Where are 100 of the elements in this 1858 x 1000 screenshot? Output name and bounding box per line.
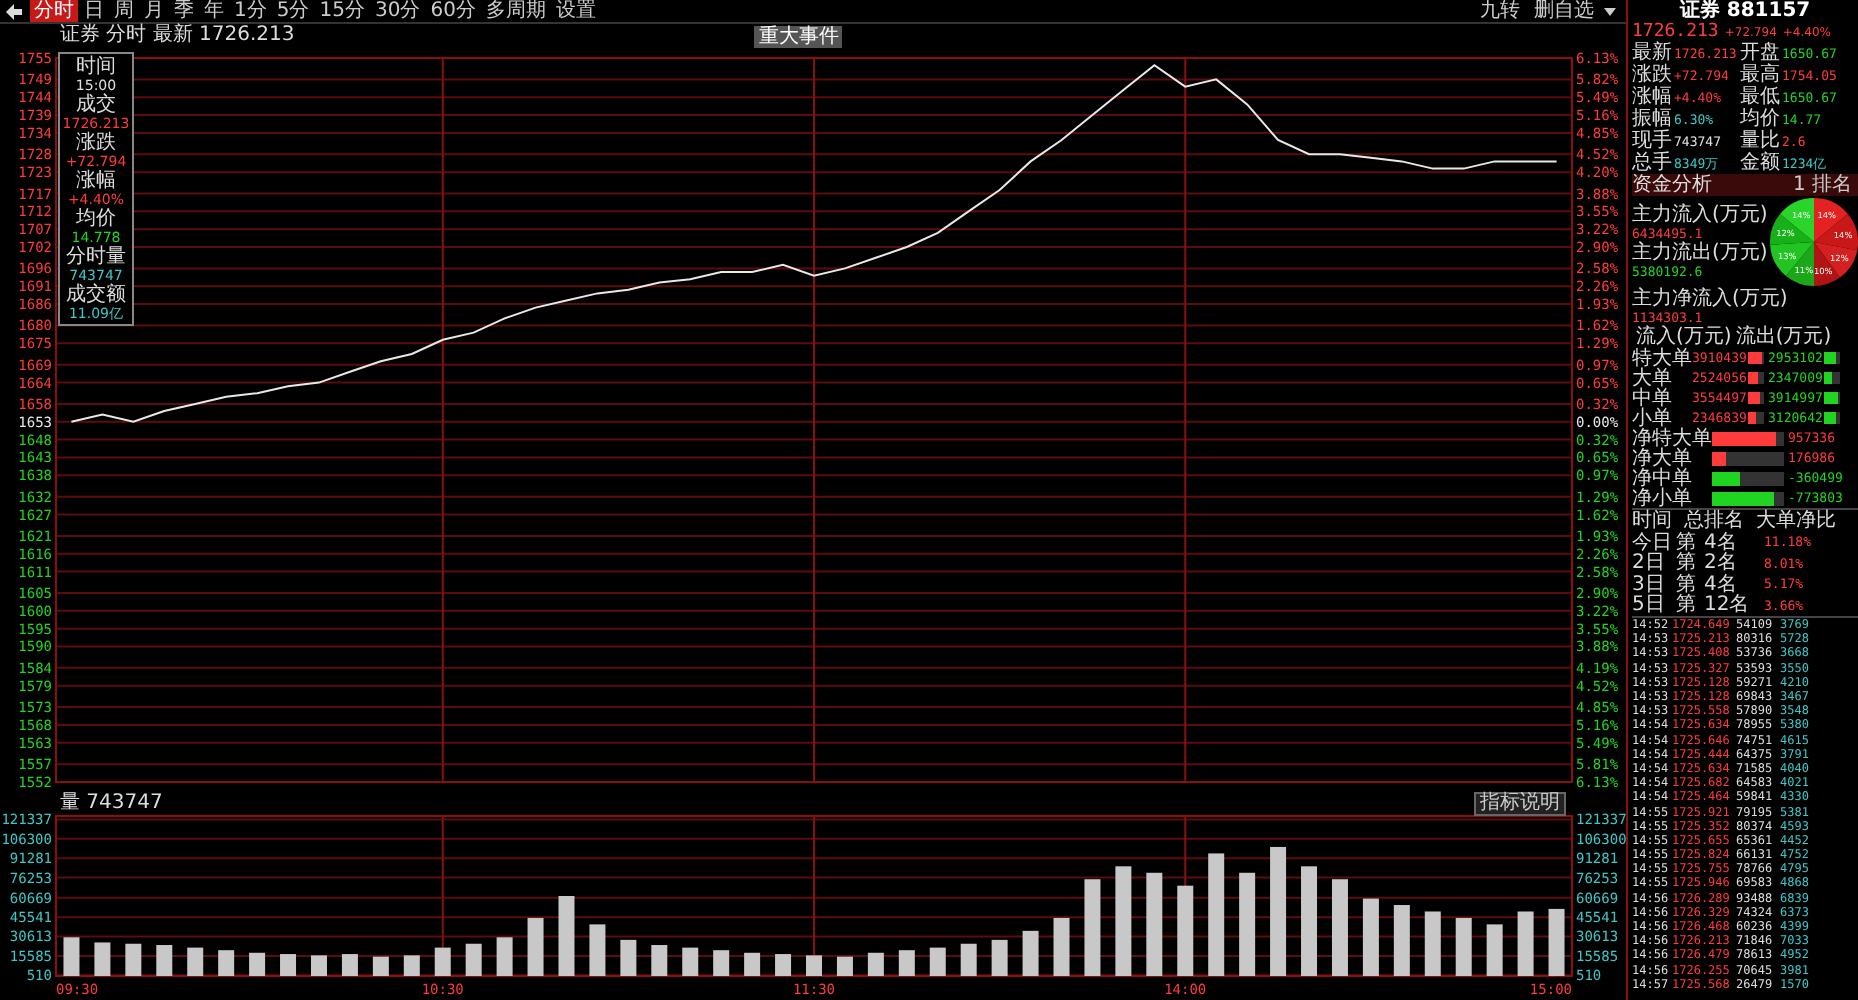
volume-bar bbox=[960, 943, 977, 976]
period-tab[interactable]: 日 bbox=[80, 0, 108, 22]
flow-label: 特大单 bbox=[1632, 347, 1692, 369]
period-tab[interactable]: 月 bbox=[140, 0, 168, 22]
volume-bar bbox=[1022, 930, 1039, 976]
volume-bar bbox=[682, 947, 699, 976]
column-header: 流出(万元) bbox=[1735, 326, 1832, 348]
volume-bar bbox=[867, 952, 884, 976]
flow-label: 小单 bbox=[1632, 407, 1672, 429]
period-tab[interactable]: 季 bbox=[170, 0, 198, 22]
volume-bar bbox=[403, 955, 420, 976]
volume-bar bbox=[1548, 908, 1565, 976]
event-tag[interactable]: 重大事件 bbox=[754, 25, 843, 47]
volume-bar bbox=[94, 942, 111, 976]
volume-bar bbox=[1084, 879, 1101, 976]
tooltip-label: 时间 bbox=[76, 56, 116, 78]
flow-label: 主力流入(万元) bbox=[1632, 204, 1768, 226]
volume-bar bbox=[620, 939, 637, 976]
period-tab[interactable]: 1分 bbox=[230, 0, 271, 22]
volume-bar bbox=[1115, 866, 1132, 976]
tooltip-label: 涨跌 bbox=[76, 132, 116, 154]
volume-bar bbox=[1393, 905, 1410, 976]
toolbar-button[interactable]: 删自选 bbox=[1528, 0, 1600, 22]
volume-bar bbox=[527, 917, 544, 976]
rank-prefix: 第 bbox=[1676, 552, 1698, 575]
quote-label: 最低 bbox=[1740, 86, 1782, 108]
column-header: 流入(万元) bbox=[1636, 326, 1732, 348]
volume-bar bbox=[1517, 911, 1534, 976]
rank-link[interactable]: 1 排名 bbox=[1792, 174, 1858, 196]
volume-bar bbox=[187, 947, 204, 976]
stock-price: 1726.213 bbox=[1632, 22, 1719, 42]
volume-bar bbox=[125, 943, 142, 976]
period-tab[interactable]: 设置 bbox=[551, 0, 600, 22]
column-header: 大单净比 bbox=[1756, 510, 1836, 532]
volume-bar bbox=[1331, 879, 1348, 976]
flow-label: 净特大单 bbox=[1632, 427, 1712, 449]
rank-value: 4名 bbox=[1704, 573, 1737, 596]
volume-bar bbox=[465, 943, 482, 976]
volume-bar bbox=[218, 950, 235, 976]
indicator-button[interactable]: 指标说明 bbox=[1474, 792, 1566, 816]
period-tab[interactable]: 5分 bbox=[272, 0, 314, 22]
volume-bar bbox=[156, 945, 173, 976]
period-label: 3日 bbox=[1632, 573, 1667, 596]
volume-label: 量 743747 bbox=[60, 792, 163, 814]
flow-label: 大单 bbox=[1632, 367, 1674, 389]
volume-bar bbox=[806, 955, 822, 976]
rank-value: 4名 bbox=[1704, 531, 1739, 554]
rank-prefix: 第 bbox=[1676, 594, 1698, 617]
volume-bar bbox=[929, 947, 946, 976]
period-tab[interactable]: 60分 bbox=[426, 0, 480, 22]
period-tab[interactable]: 30分 bbox=[370, 0, 425, 22]
period-tab[interactable]: 多周期 bbox=[481, 0, 550, 22]
flow-label: 中单 bbox=[1632, 387, 1674, 409]
column-header: 总排名 bbox=[1684, 510, 1744, 532]
quote-label: 振幅 bbox=[1632, 108, 1674, 130]
volume-bar bbox=[1208, 853, 1225, 976]
quote-label: 现手 bbox=[1632, 130, 1674, 152]
volume-bar bbox=[589, 924, 606, 976]
rank-prefix: 第 bbox=[1676, 573, 1698, 596]
quote-label: 均价 bbox=[1740, 108, 1782, 130]
volume-bar bbox=[1362, 898, 1379, 976]
period-tab[interactable]: 分时 bbox=[30, 0, 78, 22]
volume-bar bbox=[496, 937, 513, 976]
volume-bar bbox=[744, 952, 761, 976]
chart-title: 证券 分时 最新 1726.213 bbox=[60, 24, 295, 48]
volume-bar bbox=[1239, 872, 1256, 976]
quote-label: 开盘 bbox=[1740, 42, 1782, 64]
volume-bar bbox=[434, 947, 451, 976]
volume-bar bbox=[713, 950, 730, 976]
volume-bar bbox=[1301, 866, 1317, 976]
volume-bar bbox=[1053, 917, 1070, 976]
tooltip-label: 分时量 bbox=[66, 246, 126, 268]
quote-label: 涨幅 bbox=[1632, 86, 1674, 108]
volume-bar bbox=[991, 939, 1008, 976]
flow-label: 净大单 bbox=[1632, 447, 1694, 469]
volume-bar bbox=[1146, 872, 1163, 976]
toolbar-button[interactable]: 九转 bbox=[1474, 0, 1526, 22]
rank-prefix: 第 bbox=[1676, 531, 1698, 554]
volume-bar bbox=[558, 896, 575, 976]
back-arrow-icon[interactable] bbox=[4, 1, 24, 21]
volume-bar bbox=[775, 954, 792, 976]
flow-label: 主力净流入(万元) bbox=[1632, 288, 1790, 310]
volume-bar bbox=[651, 945, 668, 976]
rank-value: 12名 bbox=[1704, 594, 1752, 617]
tooltip-label: 成交额 bbox=[66, 284, 126, 306]
volume-bar bbox=[280, 954, 297, 976]
period-tab[interactable]: 周 bbox=[110, 0, 138, 22]
volume-bar bbox=[1486, 924, 1503, 976]
volume-bar bbox=[63, 937, 80, 976]
caret-icon[interactable] bbox=[1602, 3, 1618, 19]
period-tab[interactable]: 年 bbox=[200, 0, 228, 22]
period-tab[interactable]: 15分 bbox=[315, 0, 369, 22]
volume-bar bbox=[311, 955, 327, 976]
tooltip-label: 涨幅 bbox=[76, 170, 116, 192]
quote-label: 涨跌 bbox=[1632, 64, 1674, 86]
volume-bar bbox=[1455, 917, 1472, 976]
flow-label: 净中单 bbox=[1632, 467, 1694, 489]
quote-label: 最高 bbox=[1740, 64, 1782, 86]
period-label: 今日 bbox=[1632, 531, 1674, 554]
rank-value: 2名 bbox=[1704, 552, 1739, 575]
